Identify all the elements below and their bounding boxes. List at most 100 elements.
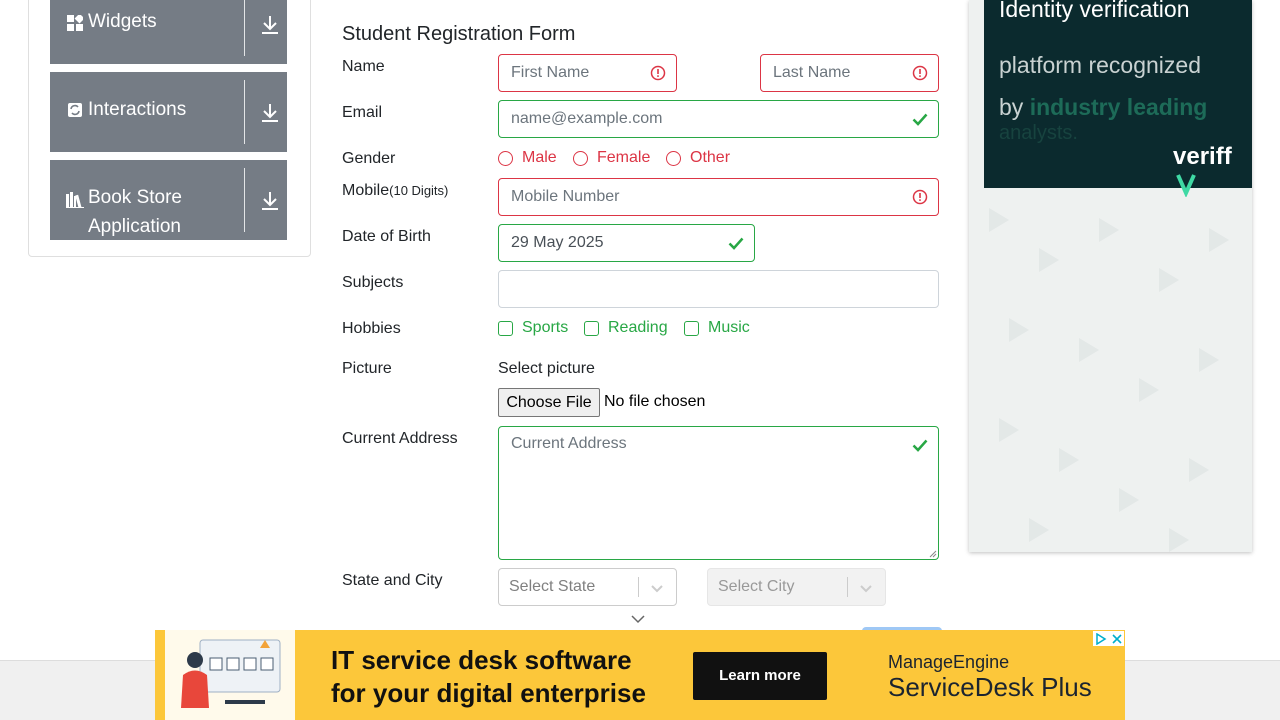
dob-label: Date of Birth	[342, 228, 431, 245]
address-placeholder: Current Address	[511, 435, 627, 452]
checkbox-label: Music	[708, 319, 750, 336]
page: Widgets Interactions Book Store Applicat…	[0, 0, 1280, 720]
radio-button[interactable]	[666, 150, 681, 166]
chevron-down-icon[interactable]	[630, 613, 646, 625]
radio-label: Other	[690, 149, 731, 166]
download-icon	[260, 190, 280, 212]
radio-button[interactable]	[498, 150, 513, 166]
gender-label: Gender	[342, 150, 396, 167]
hobby-checkbox-reading[interactable]: Reading	[584, 319, 668, 336]
ad-illustration	[165, 630, 295, 720]
sidebar-group-label-line1: Book Store	[88, 187, 182, 208]
first-name-input[interactable]: First Name	[498, 54, 677, 92]
hobby-checkbox-music[interactable]: Music	[684, 319, 750, 336]
last-name-placeholder: Last Name	[773, 64, 851, 81]
name-label: Name	[342, 58, 385, 75]
resize-handle-icon[interactable]	[929, 550, 937, 558]
divider	[638, 577, 639, 597]
error-icon	[912, 65, 928, 81]
current-address-textarea[interactable]: Current Address	[498, 426, 939, 560]
mobile-label-text: Mobile	[342, 182, 390, 199]
download-icon	[260, 102, 280, 124]
state-city-label: State and City	[342, 572, 443, 589]
sidebar-group-label: Widgets	[88, 11, 157, 32]
gender-radio-male[interactable]: Male	[498, 149, 557, 166]
sidebar-group-book-store[interactable]: Book Store Application	[50, 160, 287, 240]
check-icon	[912, 113, 928, 126]
divider	[847, 577, 848, 597]
close-icon[interactable]	[1112, 633, 1122, 644]
side-advertisement[interactable]: Identity verification platform recognize…	[969, 0, 1252, 552]
brand-text: veriff	[1173, 143, 1232, 170]
mobile-input[interactable]: Mobile Number	[498, 178, 939, 216]
chevron-down-icon[interactable]	[648, 579, 666, 597]
divider	[244, 80, 245, 144]
form-title: Student Registration Form	[342, 23, 576, 45]
dob-value: 29 May 2025	[511, 234, 604, 251]
subjects-label: Subjects	[342, 274, 404, 291]
radio-button[interactable]	[573, 150, 588, 166]
state-select[interactable]: Select State	[498, 568, 677, 606]
email-placeholder: name@example.com	[511, 110, 663, 127]
radio-label: Male	[522, 149, 557, 166]
divider	[244, 0, 245, 56]
bottom-advertisement[interactable]: IT service desk software for your digita…	[155, 630, 1125, 720]
hobby-checkbox-sports[interactable]: Sports	[498, 319, 569, 336]
current-address-label: Current Address	[342, 430, 458, 447]
ad-background-pattern	[989, 208, 1229, 552]
last-name-input[interactable]: Last Name	[760, 54, 939, 92]
checkbox-label: Reading	[608, 319, 668, 336]
hobbies-label: Hobbies	[342, 320, 401, 337]
ad-text-line1: Identity verification	[999, 0, 1190, 22]
checkbox-label: Sports	[522, 319, 569, 336]
sidebar-group-widgets[interactable]: Widgets	[50, 0, 287, 64]
ad-text-line3: by industry leading	[999, 94, 1207, 121]
ad-controls[interactable]	[1093, 631, 1124, 646]
books-icon	[66, 191, 84, 209]
checkbox[interactable]	[684, 320, 699, 336]
divider	[244, 168, 245, 232]
ad-headline-line1: IT service desk software	[331, 645, 632, 675]
subjects-input[interactable]	[498, 270, 939, 308]
ad-text-bold: industry leading	[1029, 94, 1208, 120]
gender-radio-other[interactable]: Other	[666, 149, 731, 166]
ad-text-prefix: by	[999, 94, 1030, 120]
ad-headline-line2: for your digital enterprise	[331, 678, 646, 708]
ad-text-line2: platform recognized	[999, 52, 1201, 78]
veriff-logo: veriff	[1173, 143, 1252, 200]
city-select[interactable]: Select City	[707, 568, 886, 606]
date-of-birth-input[interactable]: 29 May 2025	[498, 224, 755, 262]
gender-radio-female[interactable]: Female	[573, 149, 651, 166]
mobile-placeholder: Mobile Number	[511, 188, 620, 205]
email-input[interactable]: name@example.com	[498, 100, 939, 138]
checkbox[interactable]	[584, 320, 599, 336]
interactions-icon	[66, 101, 84, 119]
ad-text-line4: analysts.	[999, 122, 1078, 144]
picture-caption: Select picture	[498, 360, 595, 377]
checkbox[interactable]	[498, 320, 513, 336]
sidebar-group-label-line2: Application	[88, 216, 181, 237]
first-name-placeholder: First Name	[511, 64, 590, 81]
state-placeholder: Select State	[509, 578, 596, 595]
mobile-hint: (10 Digits)	[389, 183, 449, 198]
download-icon	[260, 14, 280, 36]
mobile-label: Mobile(10 Digits)	[342, 180, 448, 202]
city-placeholder: Select City	[718, 578, 795, 595]
adchoices-icon[interactable]	[1095, 632, 1107, 645]
check-icon	[912, 439, 928, 452]
sidebar-group-interactions[interactable]: Interactions	[50, 72, 287, 152]
email-label: Email	[342, 104, 383, 121]
widgets-icon	[66, 14, 84, 32]
learn-more-button[interactable]: Learn more	[693, 652, 827, 700]
check-icon	[728, 237, 744, 250]
no-file-text: No file chosen	[604, 393, 706, 410]
sidebar-group-label: Interactions	[88, 99, 187, 120]
servicedesk-plus-logo: ServiceDesk Plus	[888, 672, 1092, 702]
veriff-mark-icon	[1176, 174, 1196, 198]
choose-file-button[interactable]: Choose File	[498, 388, 600, 417]
radio-label: Female	[597, 149, 651, 166]
error-icon	[650, 65, 666, 81]
picture-label: Picture	[342, 360, 392, 377]
error-icon	[912, 189, 928, 205]
manageengine-logo: ManageEngine	[888, 652, 1010, 672]
